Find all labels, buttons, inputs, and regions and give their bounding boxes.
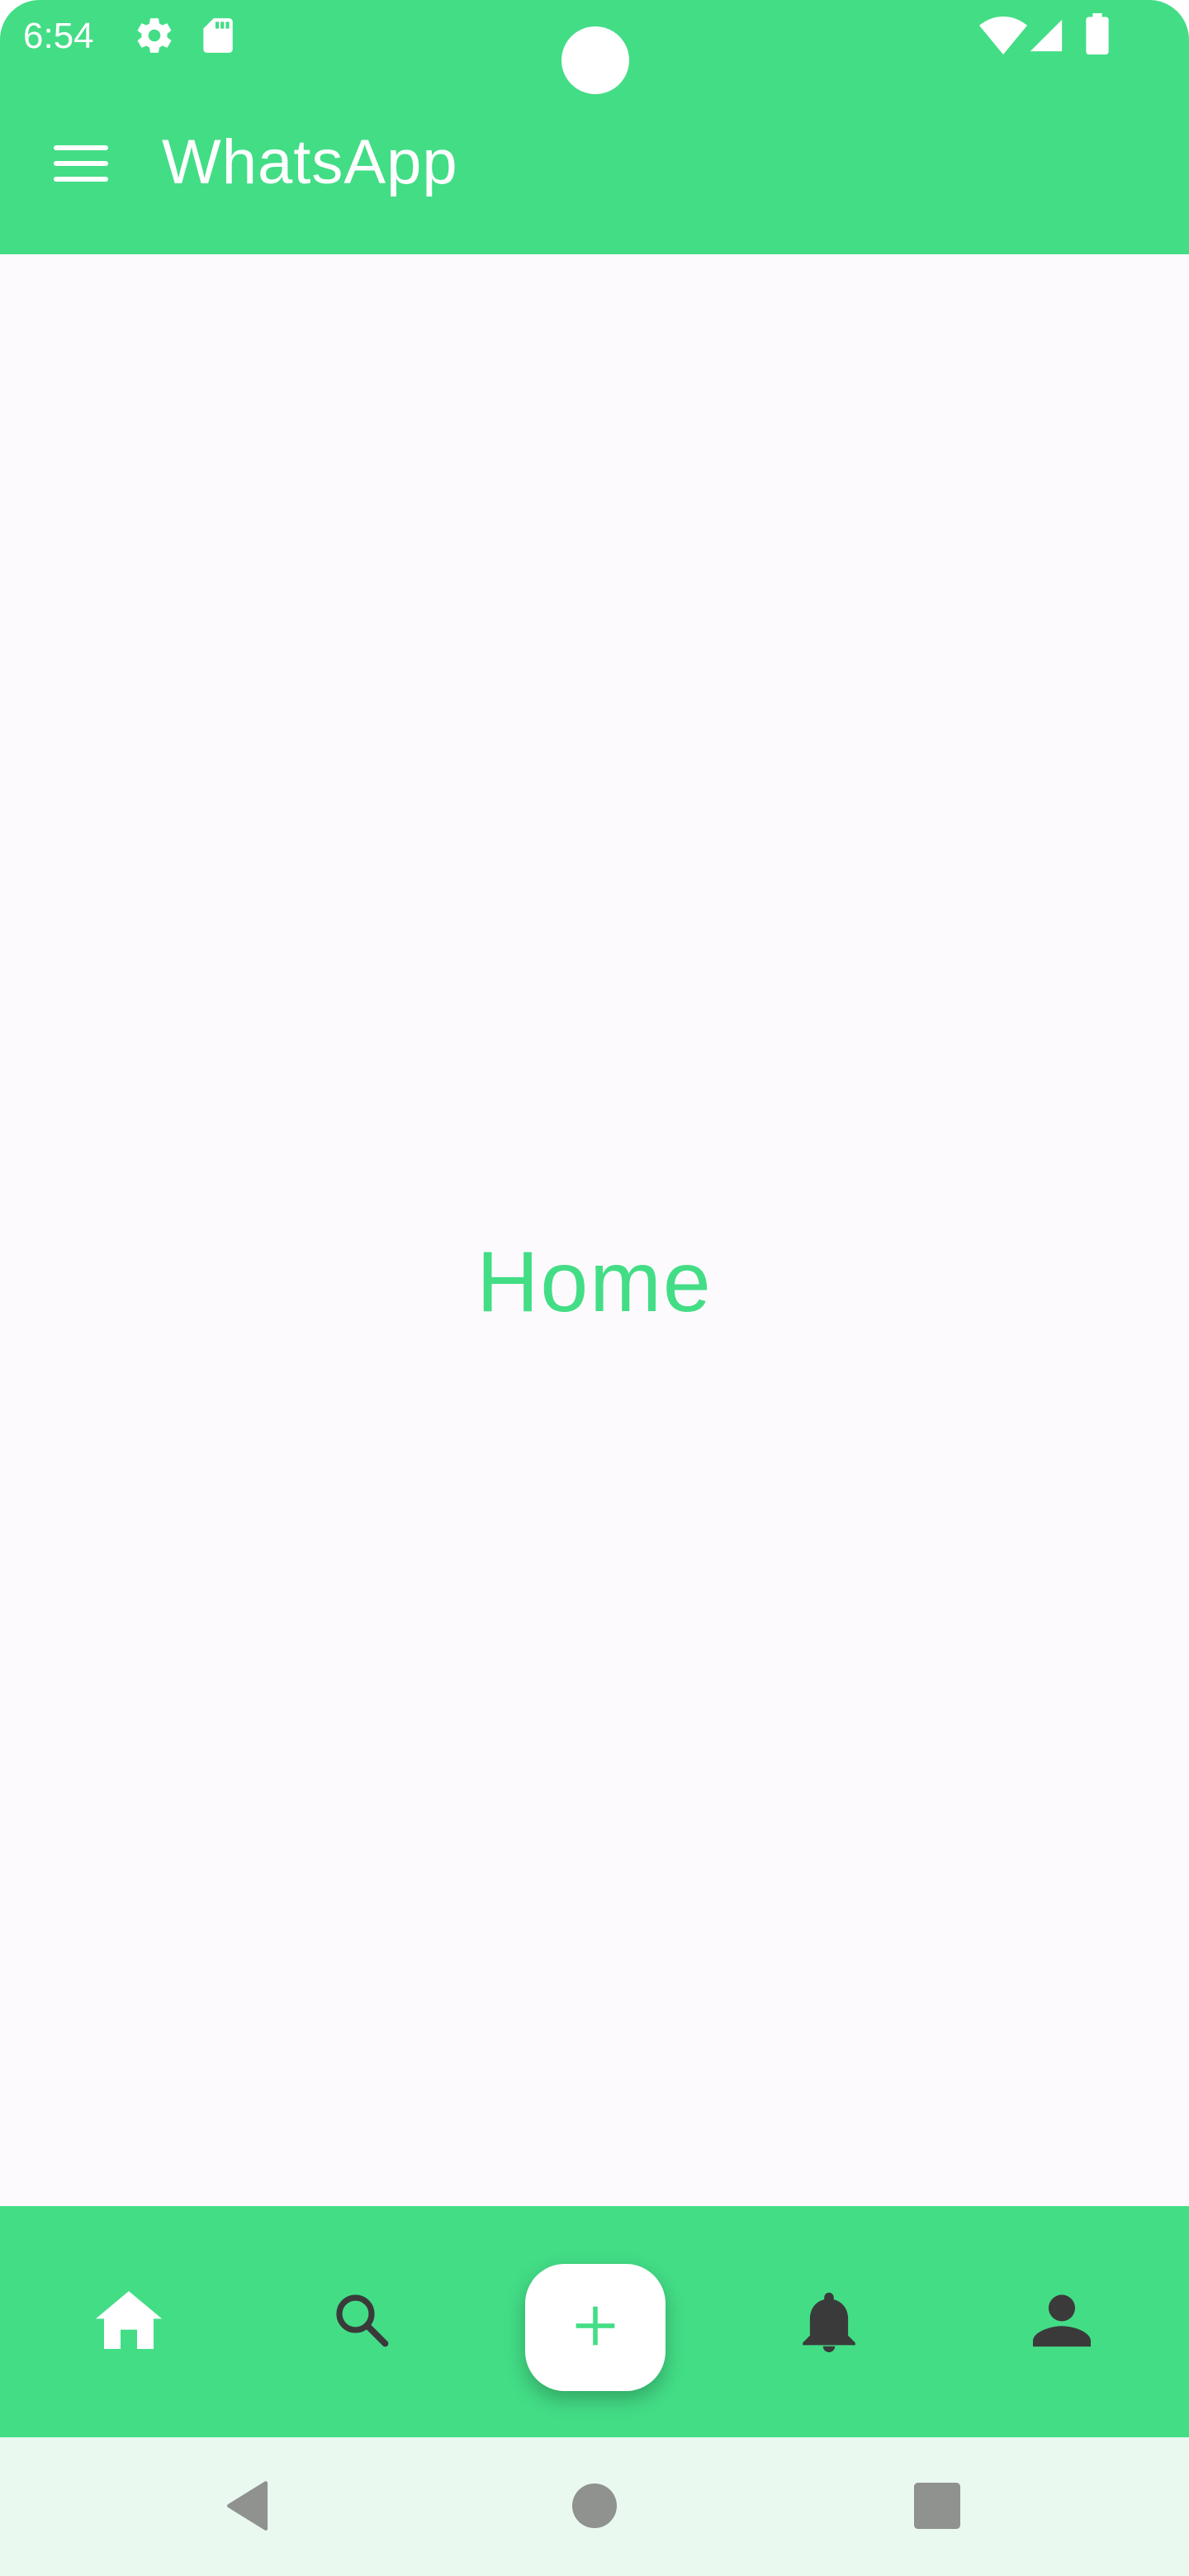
nav-notifications-button[interactable] <box>771 2264 887 2379</box>
status-bar: 6:54 <box>0 0 1189 94</box>
camera-cutout <box>561 26 629 94</box>
status-time: 6:54 <box>23 16 94 56</box>
home-icon <box>96 2290 162 2353</box>
back-button[interactable] <box>203 2462 294 2553</box>
battery-icon <box>1085 13 1110 59</box>
recents-square-icon <box>914 2482 960 2533</box>
sd-card-icon <box>198 15 236 60</box>
page-title: Home <box>476 1234 713 1330</box>
nav-search-button[interactable] <box>304 2264 419 2379</box>
cell-signal-icon <box>1027 17 1065 59</box>
system-navigation-bar <box>0 2437 1189 2576</box>
settings-gear-icon <box>134 15 175 60</box>
app-title: WhatsApp <box>162 127 458 197</box>
nav-home-button[interactable] <box>71 2264 187 2379</box>
bottom-navigation <box>0 2206 1189 2437</box>
hamburger-menu-icon[interactable] <box>36 119 126 208</box>
profile-person-icon <box>1033 2293 1091 2351</box>
system-home-button[interactable] <box>549 2462 640 2553</box>
top-app-bar: 6:54 WhatsApp <box>0 0 1189 254</box>
notifications-bell-icon <box>800 2288 858 2356</box>
add-button[interactable] <box>525 2264 666 2391</box>
app-bar: WhatsApp <box>0 107 1189 215</box>
phone-screen: 6:54 WhatsApp Home <box>0 0 1189 2576</box>
home-circle-icon <box>572 2483 617 2532</box>
recents-button[interactable] <box>892 2462 983 2553</box>
add-icon <box>572 2303 618 2353</box>
search-icon <box>332 2290 391 2354</box>
main-content: Home <box>0 254 1189 2206</box>
wifi-icon <box>979 17 1027 59</box>
nav-profile-button[interactable] <box>1004 2264 1120 2379</box>
back-icon <box>225 2480 272 2535</box>
